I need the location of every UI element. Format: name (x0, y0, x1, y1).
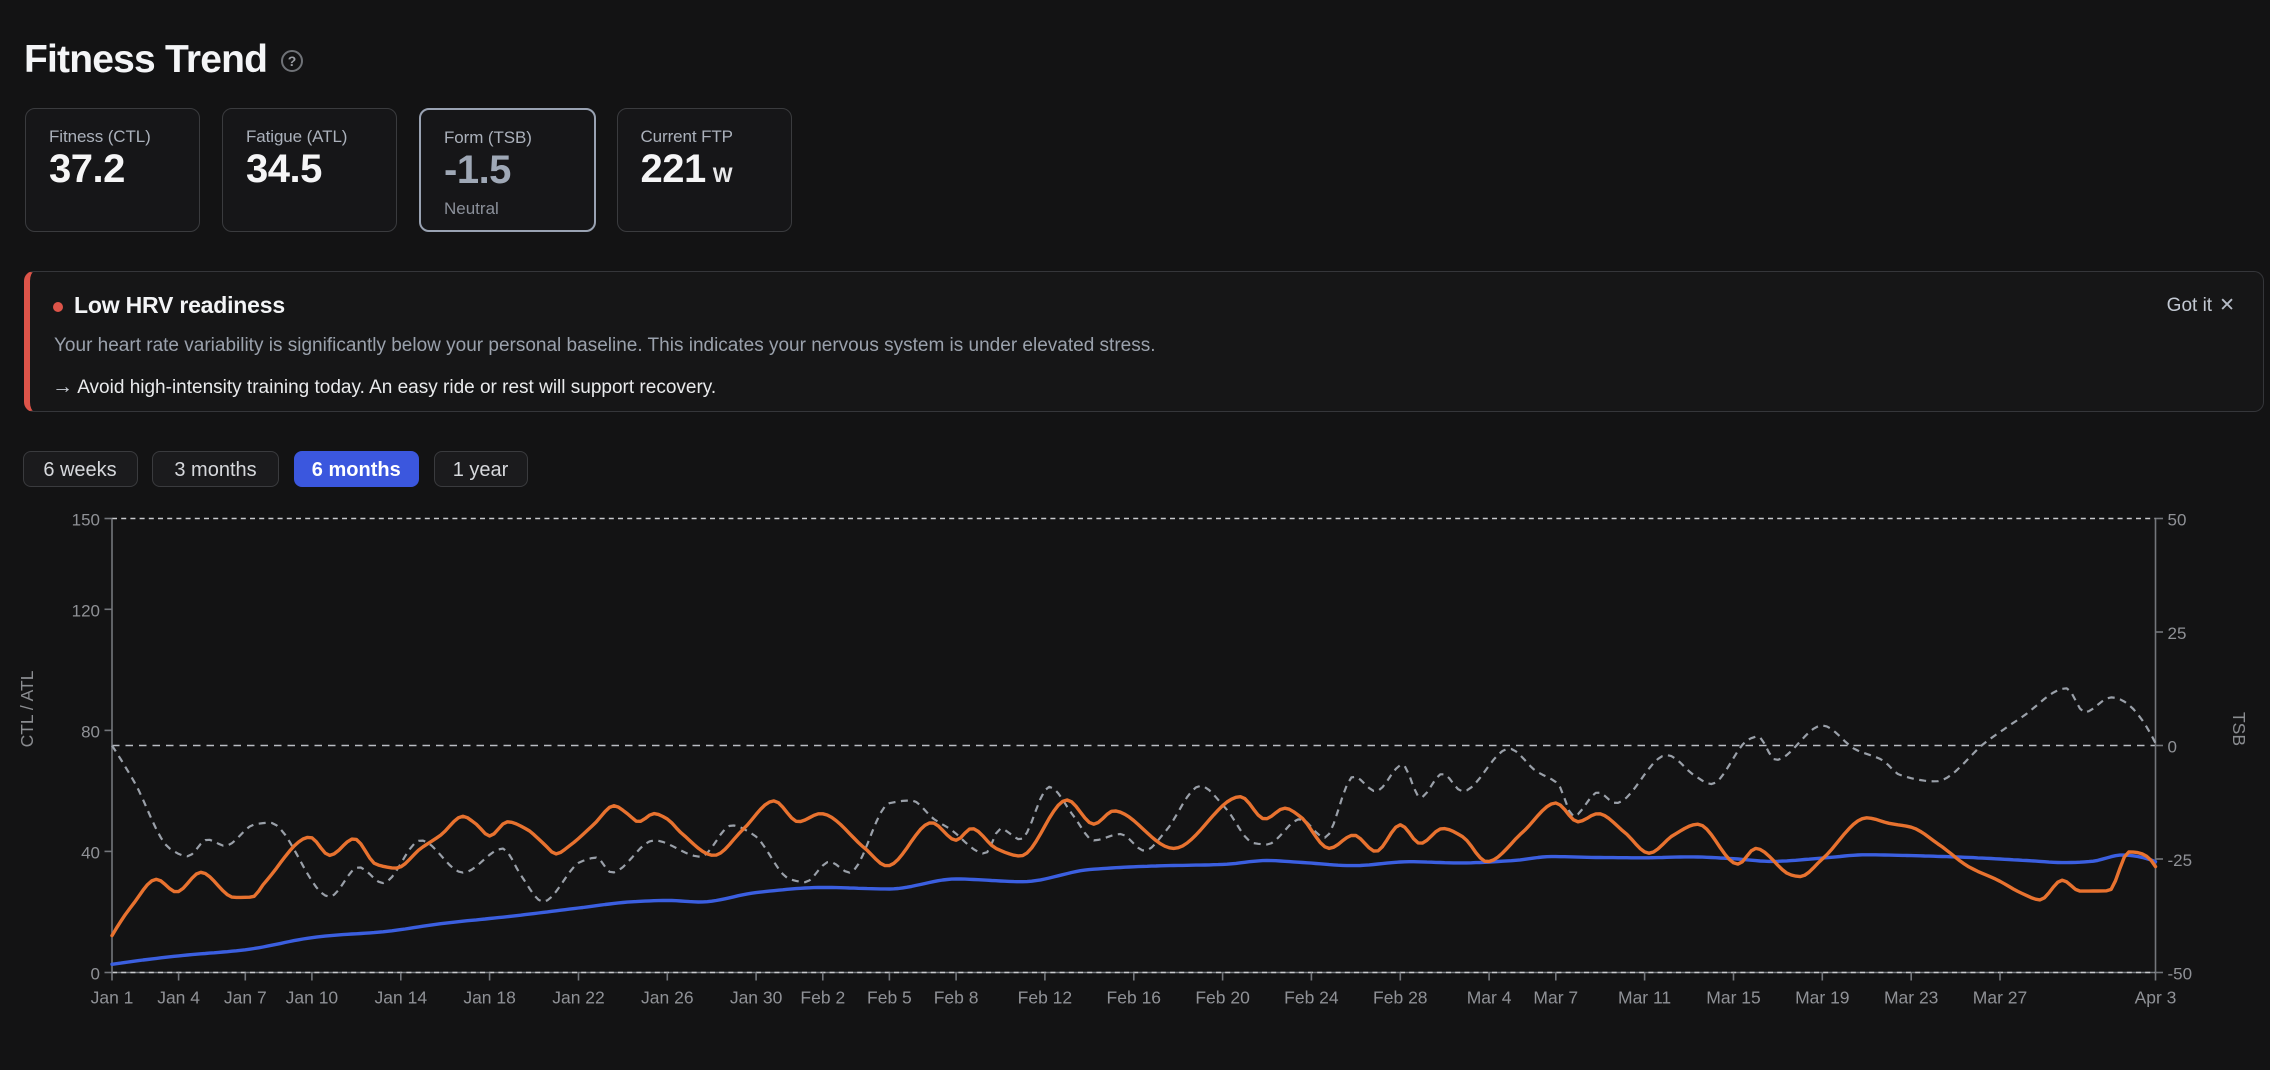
svg-text:50: 50 (2168, 511, 2187, 530)
svg-text:Jan 30: Jan 30 (730, 988, 783, 1008)
svg-text:Feb 28: Feb 28 (1373, 988, 1427, 1008)
svg-text:40: 40 (81, 843, 100, 862)
svg-text:150: 150 (72, 511, 100, 530)
svg-text:-50: -50 (2168, 965, 2193, 984)
svg-text:Feb 16: Feb 16 (1107, 988, 1161, 1008)
svg-text:Jan 26: Jan 26 (641, 988, 694, 1008)
svg-text:Feb 5: Feb 5 (867, 988, 912, 1008)
svg-text:Mar 19: Mar 19 (1795, 988, 1849, 1008)
svg-text:Jan 22: Jan 22 (552, 988, 605, 1008)
svg-text:0: 0 (2168, 738, 2177, 757)
svg-text:120: 120 (72, 601, 100, 620)
svg-text:0: 0 (91, 965, 100, 984)
svg-text:Mar 11: Mar 11 (1618, 988, 1671, 1008)
svg-text:Feb 24: Feb 24 (1284, 988, 1339, 1008)
svg-text:Mar 23: Mar 23 (1884, 988, 1938, 1008)
svg-text:Jan 14: Jan 14 (375, 988, 428, 1008)
svg-text:Jan 18: Jan 18 (463, 988, 516, 1008)
svg-text:Feb 20: Feb 20 (1195, 988, 1250, 1008)
svg-text:CTL / ATL: CTL / ATL (17, 670, 37, 747)
svg-text:25: 25 (2168, 624, 2187, 643)
svg-text:Feb 12: Feb 12 (1018, 988, 1072, 1008)
svg-text:Mar 4: Mar 4 (1467, 988, 1512, 1008)
svg-text:Jan 4: Jan 4 (157, 988, 200, 1008)
svg-text:TSB: TSB (2229, 712, 2249, 746)
svg-text:Jan 10: Jan 10 (286, 988, 339, 1008)
svg-text:Jan 1: Jan 1 (91, 988, 134, 1008)
svg-text:Mar 7: Mar 7 (1533, 988, 1578, 1008)
svg-text:Feb 8: Feb 8 (934, 988, 979, 1008)
svg-text:Jan 7: Jan 7 (224, 988, 267, 1008)
svg-text:80: 80 (81, 722, 100, 741)
svg-text:-25: -25 (2168, 851, 2193, 870)
svg-text:Feb 2: Feb 2 (800, 988, 845, 1008)
svg-text:Mar 15: Mar 15 (1706, 988, 1760, 1008)
svg-text:Mar 27: Mar 27 (1973, 988, 2027, 1008)
svg-text:Apr 3: Apr 3 (2135, 988, 2177, 1008)
